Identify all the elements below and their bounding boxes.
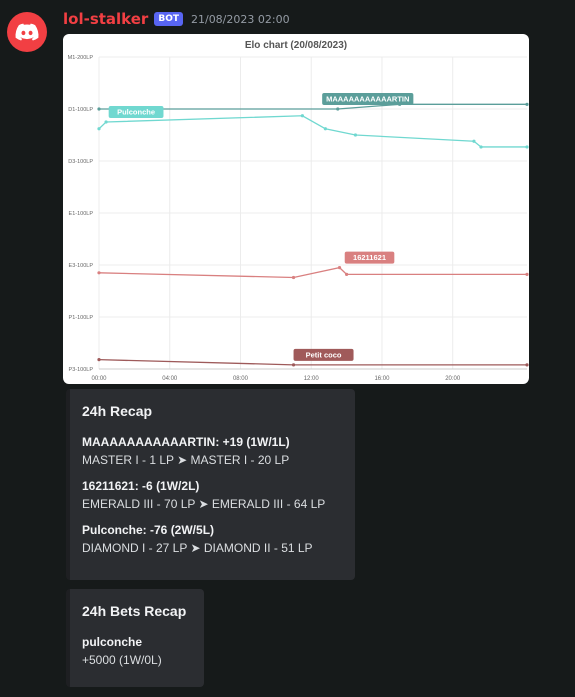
data-point <box>291 363 296 367</box>
field-name: 16211621: -6 (1W/2L) <box>82 479 200 493</box>
data-point <box>104 120 108 124</box>
data-point <box>525 102 529 106</box>
data-point <box>336 107 340 111</box>
series-label: Petit coco <box>306 350 342 359</box>
data-point <box>300 114 304 118</box>
data-point <box>323 127 327 131</box>
field-value: DIAMOND I - 27 LP ➤ DIAMOND II - 51 LP <box>82 541 313 555</box>
data-point <box>525 145 529 149</box>
field-name: MAAAAAAAAAAARTIN: +19 (1W/1L) <box>82 435 290 449</box>
avatar[interactable] <box>7 12 47 52</box>
series-line <box>98 266 527 279</box>
embed-title: 24h Bets Recap <box>82 603 187 619</box>
username[interactable]: lol-stalker <box>63 10 148 28</box>
series-label: Pulconche <box>117 108 155 117</box>
chart-series <box>97 102 529 367</box>
field-name: pulconche <box>82 635 143 649</box>
field-value: MASTER I - 1 LP ➤ MASTER I - 20 LP <box>82 453 290 467</box>
series-line <box>98 115 527 148</box>
chart-title: Elo chart (20/08/2023) <box>245 40 347 51</box>
series-label: 16211621 <box>353 253 386 262</box>
field-value: +5000 (1W/0L) <box>82 653 162 667</box>
data-point <box>525 272 529 276</box>
y-tick-label: E3-100LP <box>69 263 94 269</box>
data-point <box>97 127 101 131</box>
bets-recap-embed: 24h Bets Recap pulconche +5000 (1W/0L) <box>66 589 204 687</box>
bets-field: pulconche +5000 (1W/0L) <box>82 633 190 669</box>
x-tick-label: 20:00 <box>445 376 461 382</box>
data-point <box>525 363 529 367</box>
data-point <box>337 266 342 270</box>
recap-field: 16211621: -6 (1W/2L) EMERALD III - 70 LP… <box>82 477 341 513</box>
y-tick-label: P3-100LP <box>69 367 94 373</box>
data-point <box>97 107 101 111</box>
x-tick-label: 16:00 <box>374 376 390 382</box>
x-tick-label: 08:00 <box>233 376 249 382</box>
series-label: MAAAAAAAAAAARTIN <box>326 95 409 104</box>
embed-title: 24h Recap <box>82 403 153 419</box>
recap-field: Pulconche: -76 (2W/5L) DIAMOND I - 27 LP… <box>82 521 341 557</box>
data-point <box>345 272 349 276</box>
data-point <box>472 139 476 143</box>
data-point <box>97 271 101 275</box>
data-point <box>291 275 296 280</box>
timestamp[interactable]: 21/08/2023 02:00 <box>191 13 290 26</box>
discord-message: lol-stalker BOT 21/08/2023 02:00 Elo cha… <box>0 0 575 697</box>
elo-chart: Elo chart (20/08/2023) M1-200LP D1-100LP D… <box>68 40 529 382</box>
message-header: lol-stalker BOT 21/08/2023 02:00 <box>63 10 290 28</box>
field-value: EMERALD III - 70 LP ➤ EMERALD III - 64 L… <box>82 497 326 511</box>
chart-series-labels: MAAAAAAAAAAARTIN Pulconche 16211621 Petit c… <box>108 93 414 361</box>
field-name: Pulconche: -76 (2W/5L) <box>82 523 215 537</box>
x-tick-label: 04:00 <box>162 376 178 382</box>
discord-logo-icon <box>15 23 39 41</box>
x-tick-label: 00:00 <box>91 376 107 382</box>
y-tick-label: D1-100LP <box>68 107 93 113</box>
recap-field: MAAAAAAAAAAARTIN: +19 (1W/1L) MASTER I -… <box>82 433 341 469</box>
data-point <box>353 133 358 137</box>
x-tick-label: 12:00 <box>304 376 320 382</box>
y-tick-label: D3-100LP <box>68 159 93 165</box>
recap-embed: 24h Recap MAAAAAAAAAAARTIN: +19 (1W/1L) … <box>66 389 355 580</box>
data-point <box>97 358 101 362</box>
bot-tag: BOT <box>154 12 183 26</box>
y-tick-label: M1-200LP <box>68 55 94 61</box>
data-point <box>479 145 483 149</box>
y-tick-label: P1-100LP <box>69 315 94 321</box>
elo-chart-image[interactable]: Elo chart (20/08/2023) M1-200LP D1-100LP D… <box>63 34 529 384</box>
y-tick-label: E1-100LP <box>69 211 94 217</box>
